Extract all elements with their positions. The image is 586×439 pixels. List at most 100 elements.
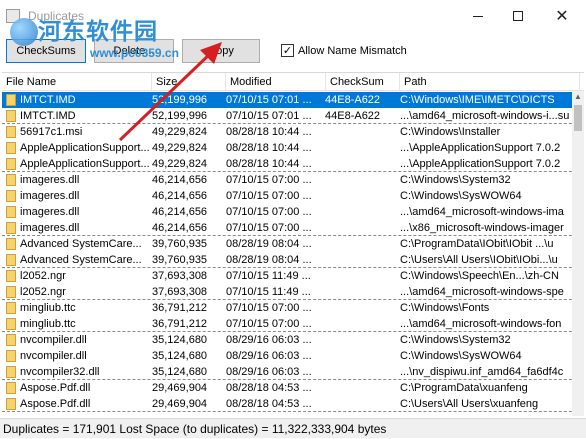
vertical-scrollbar[interactable]: ▲ — [572, 91, 584, 416]
duplicates-list[interactable]: File Name Size Modified CheckSum Path IM… — [2, 72, 584, 416]
path-cell: ...\nv_dispiwu.inf_amd64_fa6df4c — [400, 364, 572, 380]
modified-cell-text: 08/28/18 04:53 ... — [226, 398, 312, 410]
path-cell-text: C:\Windows\Speech\En...\zh-CN — [400, 270, 559, 282]
path-cell-text: C:\ProgramData\xuanfeng — [400, 382, 528, 394]
file-name-cell-text: l2052.ngr — [20, 286, 66, 298]
file-icon — [6, 126, 16, 138]
file-icon — [6, 270, 16, 282]
table-row[interactable]: IMTCT.IMD 52,199,996 07/10/15 07:01 ... 44E… — [2, 108, 584, 124]
size-cell: 35,124,680 — [152, 348, 224, 364]
column-header-file-name[interactable]: File Name — [2, 73, 152, 91]
table-row[interactable]: l2052.ngr 37,693,308 07/10/15 11:49 ... C:\… — [2, 268, 584, 284]
path-cell: ...\amd64_microsoft-windows-ima — [400, 204, 572, 220]
table-row[interactable]: IMTCT.IMD 52,199,996 07/10/15 07:01 ... 44E… — [2, 92, 584, 108]
table-row[interactable]: imageres.dll 46,214,656 07/10/15 07:00 ...… — [2, 220, 584, 236]
table-row[interactable]: AppleApplicationSupport... 49,229,824 08/2… — [2, 140, 584, 156]
minimize-icon — [473, 15, 483, 17]
size-cell: 52,199,996 — [152, 92, 224, 108]
size-cell-text: 49,229,824 — [152, 142, 208, 154]
table-row[interactable]: mingliub.ttc 36,791,212 07/10/15 07:00 ...… — [2, 300, 584, 316]
column-header-checksum[interactable]: CheckSum — [326, 73, 400, 91]
size-cell-text: 29,469,904 — [152, 398, 208, 410]
path-cell: C:\Windows\System32 — [400, 332, 572, 348]
path-cell-text: C:\Windows\Fonts — [400, 302, 490, 314]
modified-cell-text: 08/28/18 04:53 ... — [226, 382, 312, 394]
modified-cell-text: 07/10/15 11:49 ... — [226, 270, 311, 282]
modified-cell: 08/28/18 10:44 ... — [226, 124, 324, 140]
file-name-cell-text: l2052.ngr — [20, 270, 66, 282]
file-icon — [6, 94, 16, 106]
modified-cell-text: 08/29/16 06:03 ... — [226, 350, 312, 362]
size-cell: 36,791,212 — [152, 300, 224, 316]
checksum-cell — [325, 268, 397, 284]
checksum-cell-text: 44E8-A622 — [325, 94, 381, 106]
maximize-button[interactable] — [498, 0, 538, 32]
scrollbar-thumb[interactable] — [574, 105, 582, 131]
table-row[interactable]: AppleApplicationSupport... 49,229,824 08/2… — [2, 156, 584, 172]
file-icon — [6, 302, 16, 314]
path-cell-text: C:\Windows\SysWOW64 — [400, 190, 522, 202]
path-cell: ...\amd64_microsoft-windows-fon — [400, 316, 572, 332]
column-header-path[interactable]: Path — [400, 73, 580, 91]
modified-cell: 07/10/15 07:00 ... — [226, 172, 324, 188]
table-row[interactable]: nvcompiler32.dll 35,124,680 08/29/16 06:03… — [2, 364, 584, 380]
size-cell: 35,124,680 — [152, 332, 224, 348]
path-cell: ...\amd64_microsoft-windows-i...su — [400, 108, 572, 124]
table-row[interactable]: 56917c1.msi 49,229,824 08/28/18 10:44 ... C… — [2, 124, 584, 140]
table-row[interactable]: nvcompiler.dll 35,124,680 08/29/16 06:03 .… — [2, 348, 584, 364]
file-name-cell-text: Aspose.Pdf.dll — [20, 398, 91, 410]
modified-cell: 08/29/16 06:03 ... — [226, 364, 324, 380]
path-cell: C:\ProgramData\IObit\IObit ...\u — [400, 236, 572, 252]
watermark-logo: 河东软件园 — [38, 19, 158, 45]
table-row[interactable]: imageres.dll 46,214,656 07/10/15 07:00 ...… — [2, 188, 584, 204]
table-row[interactable]: l2052.ngr 37,693,308 07/10/15 11:49 ......… — [2, 284, 584, 300]
path-cell: C:\Windows\SysWOW64 — [400, 348, 572, 364]
table-row[interactable]: nvcompiler.dll 35,124,680 08/29/16 06:03 .… — [2, 332, 584, 348]
column-header-size[interactable]: Size — [152, 73, 226, 91]
table-row[interactable]: Advanced SystemCare... 39,760,935 08/28/19… — [2, 236, 584, 252]
size-cell-text: 46,214,656 — [152, 174, 208, 186]
size-cell-text: 36,791,212 — [152, 318, 208, 330]
size-cell: 49,229,824 — [152, 140, 224, 156]
path-cell-text: ...\amd64_microsoft-windows-ima — [400, 206, 564, 218]
size-cell: 29,469,904 — [152, 396, 224, 412]
modified-cell-text: 08/29/16 06:03 ... — [226, 366, 312, 378]
copy-button[interactable]: Copy — [182, 39, 260, 63]
size-cell-text: 35,124,680 — [152, 350, 208, 362]
file-name-cell: imageres.dll — [6, 220, 151, 236]
file-icon — [6, 238, 16, 250]
modified-cell: 07/10/15 07:00 ... — [226, 300, 324, 316]
minimize-button[interactable] — [458, 0, 498, 32]
allow-name-mismatch-checkbox[interactable]: ✓ — [281, 44, 294, 57]
modified-cell: 07/10/15 11:49 ... — [226, 284, 324, 300]
table-row[interactable]: imageres.dll 46,214,656 07/10/15 07:00 ...… — [2, 204, 584, 220]
checksum-cell — [325, 156, 397, 172]
table-row[interactable]: Aspose.Pdf.dll 29,469,904 08/28/18 04:53 .… — [2, 380, 584, 396]
modified-cell-text: 08/28/18 10:44 ... — [226, 158, 312, 170]
size-cell: 29,469,904 — [152, 380, 224, 396]
table-row[interactable]: Aspose.Pdf.dll 29,469,904 08/28/18 04:53 .… — [2, 396, 584, 412]
modified-cell: 08/29/16 06:03 ... — [226, 348, 324, 364]
checksum-cell — [325, 172, 397, 188]
modified-cell: 07/10/15 07:01 ... — [226, 108, 324, 124]
size-cell: 39,760,935 — [152, 236, 224, 252]
size-cell: 46,214,656 — [152, 204, 224, 220]
table-row[interactable]: mingliub.ttc 36,791,212 07/10/15 07:00 ...… — [2, 316, 584, 332]
path-cell-text: ...\amd64_microsoft-windows-fon — [400, 318, 562, 330]
close-button[interactable]: ✕ — [538, 0, 586, 32]
table-row[interactable]: imageres.dll 46,214,656 07/10/15 07:00 ...… — [2, 172, 584, 188]
file-name-cell-text: imageres.dll — [20, 206, 80, 218]
scroll-up-icon[interactable]: ▲ — [572, 91, 584, 103]
size-cell-text: 49,229,824 — [152, 158, 208, 170]
list-rows: IMTCT.IMD 52,199,996 07/10/15 07:01 ... 44E… — [2, 92, 584, 412]
table-row[interactable]: Advanced SystemCare... 39,760,935 08/28/19… — [2, 252, 584, 268]
checksum-cell-text: 44E8-A622 — [325, 110, 381, 122]
modified-cell: 08/29/16 06:03 ... — [226, 332, 324, 348]
file-icon — [6, 110, 16, 122]
file-name-cell: nvcompiler32.dll — [6, 364, 151, 380]
size-cell: 46,214,656 — [152, 220, 224, 236]
size-cell-text: 46,214,656 — [152, 190, 208, 202]
column-header-modified[interactable]: Modified — [226, 73, 326, 91]
path-cell-text: C:\Windows\Installer — [400, 126, 501, 138]
path-cell: C:\Users\All Users\xuanfeng — [400, 396, 572, 412]
